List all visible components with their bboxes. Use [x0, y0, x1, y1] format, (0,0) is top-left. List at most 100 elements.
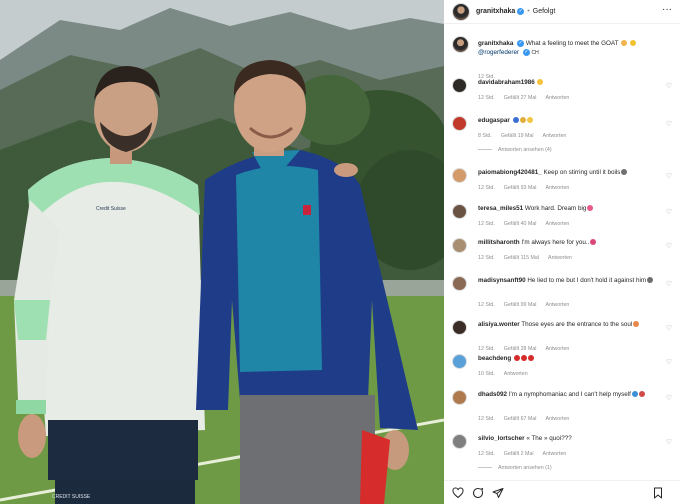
like-comment-heart-icon[interactable]: ♡: [666, 438, 672, 446]
emoji-icon: [519, 117, 526, 123]
author-username[interactable]: granitxhaka: [476, 8, 515, 15]
commenter-username[interactable]: dhads092: [478, 391, 507, 398]
post-photo[interactable]: Credit Suisse CREDIT SUISSE: [0, 0, 444, 504]
comment-likes[interactable]: Gefällt 2 Mal: [504, 451, 534, 457]
commenter-avatar[interactable]: [452, 390, 467, 405]
comment-meta: 12 Std. Gefällt 27 Mal Antworten: [478, 95, 578, 101]
commenter-username[interactable]: alisiya.wonter: [478, 321, 520, 328]
commenter-username[interactable]: davidabraham1986: [478, 79, 535, 86]
reply-button[interactable]: Antworten: [545, 346, 569, 352]
comment-time: 12 Std.: [478, 451, 495, 457]
emoji-icon: [638, 391, 645, 397]
share-icon[interactable]: [492, 487, 504, 499]
emoji-icon: [512, 117, 519, 123]
caption-text: What a feeling to meet the GOAT: [525, 40, 619, 48]
comment-text: Those eyes are the entrance to the soul: [521, 321, 633, 328]
comment-time: 12 Std.: [478, 302, 495, 308]
commenter-username[interactable]: paiomabiong420481_: [478, 169, 542, 176]
commenter-avatar[interactable]: [452, 238, 467, 253]
comment-likes[interactable]: Gefällt 19 Mal: [501, 133, 534, 139]
comment-meta: 12 Std. Gefällt 2 Mal Antworten: [478, 451, 575, 457]
comment-time: 10 Std.: [478, 371, 495, 377]
like-comment-heart-icon[interactable]: ♡: [666, 208, 672, 216]
comment-text: Work hard. Dream big: [524, 205, 587, 212]
commenter-avatar[interactable]: [452, 434, 467, 449]
like-comment-heart-icon[interactable]: ♡: [666, 82, 672, 90]
like-comment-heart-icon[interactable]: ♡: [666, 280, 672, 288]
comment-likes[interactable]: Gefällt 99 Mal: [504, 302, 537, 308]
commenter-username[interactable]: edugaspar: [478, 117, 510, 124]
emoji-icon: [526, 117, 533, 123]
comment-time: 8 Std.: [478, 133, 492, 139]
commenter-username[interactable]: beachdeng: [478, 355, 511, 362]
heart-icon[interactable]: [452, 486, 464, 499]
shirt-sponsor-text: Credit Suisse: [96, 206, 126, 212]
comment-time: 12 Std.: [478, 221, 495, 227]
commenter-avatar[interactable]: [452, 78, 467, 93]
like-comment-heart-icon[interactable]: ♡: [666, 324, 672, 332]
following-button[interactable]: Gefolgt: [533, 8, 556, 15]
comment-text-block: davidabraham1986: [478, 79, 658, 88]
comment-meta: 12 Std. Gefällt 40 Mal Antworten: [478, 221, 578, 227]
comment-likes[interactable]: Gefällt 67 Mal: [504, 416, 537, 422]
emoji-icon: [629, 40, 636, 47]
comment-icon[interactable]: [472, 487, 484, 499]
photo-illustration: Credit Suisse CREDIT SUISSE: [0, 0, 444, 504]
comment-meta: 12 Std. Gefällt 67 Mal Antworten: [478, 416, 578, 422]
reply-button[interactable]: Antworten: [545, 302, 569, 308]
comment-meta: 12 Std. Gefällt 93 Mal Antworten: [478, 185, 578, 191]
comment-time: 12 Std.: [478, 255, 495, 261]
commenter-avatar[interactable]: [452, 168, 467, 183]
view-replies-link[interactable]: Antworten ansehen (1): [478, 465, 552, 471]
commenter-avatar[interactable]: [452, 354, 467, 369]
reply-button[interactable]: Antworten: [545, 416, 569, 422]
caption-username[interactable]: granitxhaka: [478, 40, 513, 47]
comment-text: Keep on stirring until it boils: [543, 169, 621, 176]
comment-likes[interactable]: Gefällt 28 Mal: [504, 346, 537, 352]
commenter-avatar[interactable]: [452, 204, 467, 219]
comment-text-block: edugaspar: [478, 117, 658, 126]
commenter-username[interactable]: silvio_lortscher: [478, 435, 525, 442]
reply-button[interactable]: Antworten: [545, 185, 569, 191]
comment-text-block: dhads092 I'm a nymphomaniac and I can't …: [478, 391, 658, 400]
separator-dot: •: [527, 8, 530, 15]
post-header: granitxhaka ✓ • Gefolgt ···: [444, 0, 680, 24]
comment-text-block: silvio_lortscher « The » quoi???: [478, 435, 658, 444]
like-comment-heart-icon[interactable]: ♡: [666, 242, 672, 250]
comment-likes[interactable]: Gefällt 115 Mal: [504, 255, 539, 261]
bookmark-icon[interactable]: [652, 487, 664, 499]
view-replies-link[interactable]: Antworten ansehen (4): [478, 147, 552, 153]
commenter-username[interactable]: teresa_miles51: [478, 205, 523, 212]
like-comment-heart-icon[interactable]: ♡: [666, 172, 672, 180]
comment-meta: 8 Std. Gefällt 19 Mal Antworten: [478, 133, 575, 139]
commenter-avatar[interactable]: [452, 116, 467, 131]
comment-text: « The » quoi???: [526, 435, 572, 442]
like-comment-heart-icon[interactable]: ♡: [666, 394, 672, 402]
emoji-icon: [647, 277, 654, 283]
comment-likes[interactable]: Gefällt 93 Mal: [504, 185, 537, 191]
reply-button[interactable]: Antworten: [543, 133, 567, 139]
reply-button[interactable]: Antworten: [548, 255, 572, 261]
reply-button[interactable]: Antworten: [545, 221, 569, 227]
like-comment-heart-icon[interactable]: ♡: [666, 120, 672, 128]
reply-button[interactable]: Antworten: [543, 451, 567, 457]
commenter-username[interactable]: madisynsanft90: [478, 277, 526, 284]
comment-likes[interactable]: Gefällt 40 Mal: [504, 221, 537, 227]
caption-avatar[interactable]: [452, 36, 469, 53]
post-sidebar: granitxhaka ✓ • Gefolgt ··· granitxhaka …: [444, 0, 680, 504]
mention-link[interactable]: @rogerfederer: [478, 49, 519, 56]
reply-button[interactable]: Antworten: [545, 95, 569, 101]
commenter-username[interactable]: millitsharonth: [478, 239, 520, 246]
like-comment-heart-icon[interactable]: ♡: [666, 358, 672, 366]
more-options-icon[interactable]: ···: [662, 4, 672, 15]
verified-badge-icon: ✓: [517, 40, 525, 47]
comment-text-block: beachdeng: [478, 355, 658, 364]
commenter-avatar[interactable]: [452, 276, 467, 291]
comment-likes[interactable]: Gefällt 27 Mal: [504, 95, 537, 101]
mention-suffix: CH: [531, 49, 539, 56]
reply-button[interactable]: Antworten: [504, 371, 528, 377]
comment-text: He lied to me but I don't hold it agains…: [527, 277, 647, 284]
comments-list[interactable]: granitxhaka ✓ What a feeling to meet the…: [444, 24, 680, 476]
author-avatar[interactable]: [452, 2, 470, 21]
commenter-avatar[interactable]: [452, 320, 467, 335]
